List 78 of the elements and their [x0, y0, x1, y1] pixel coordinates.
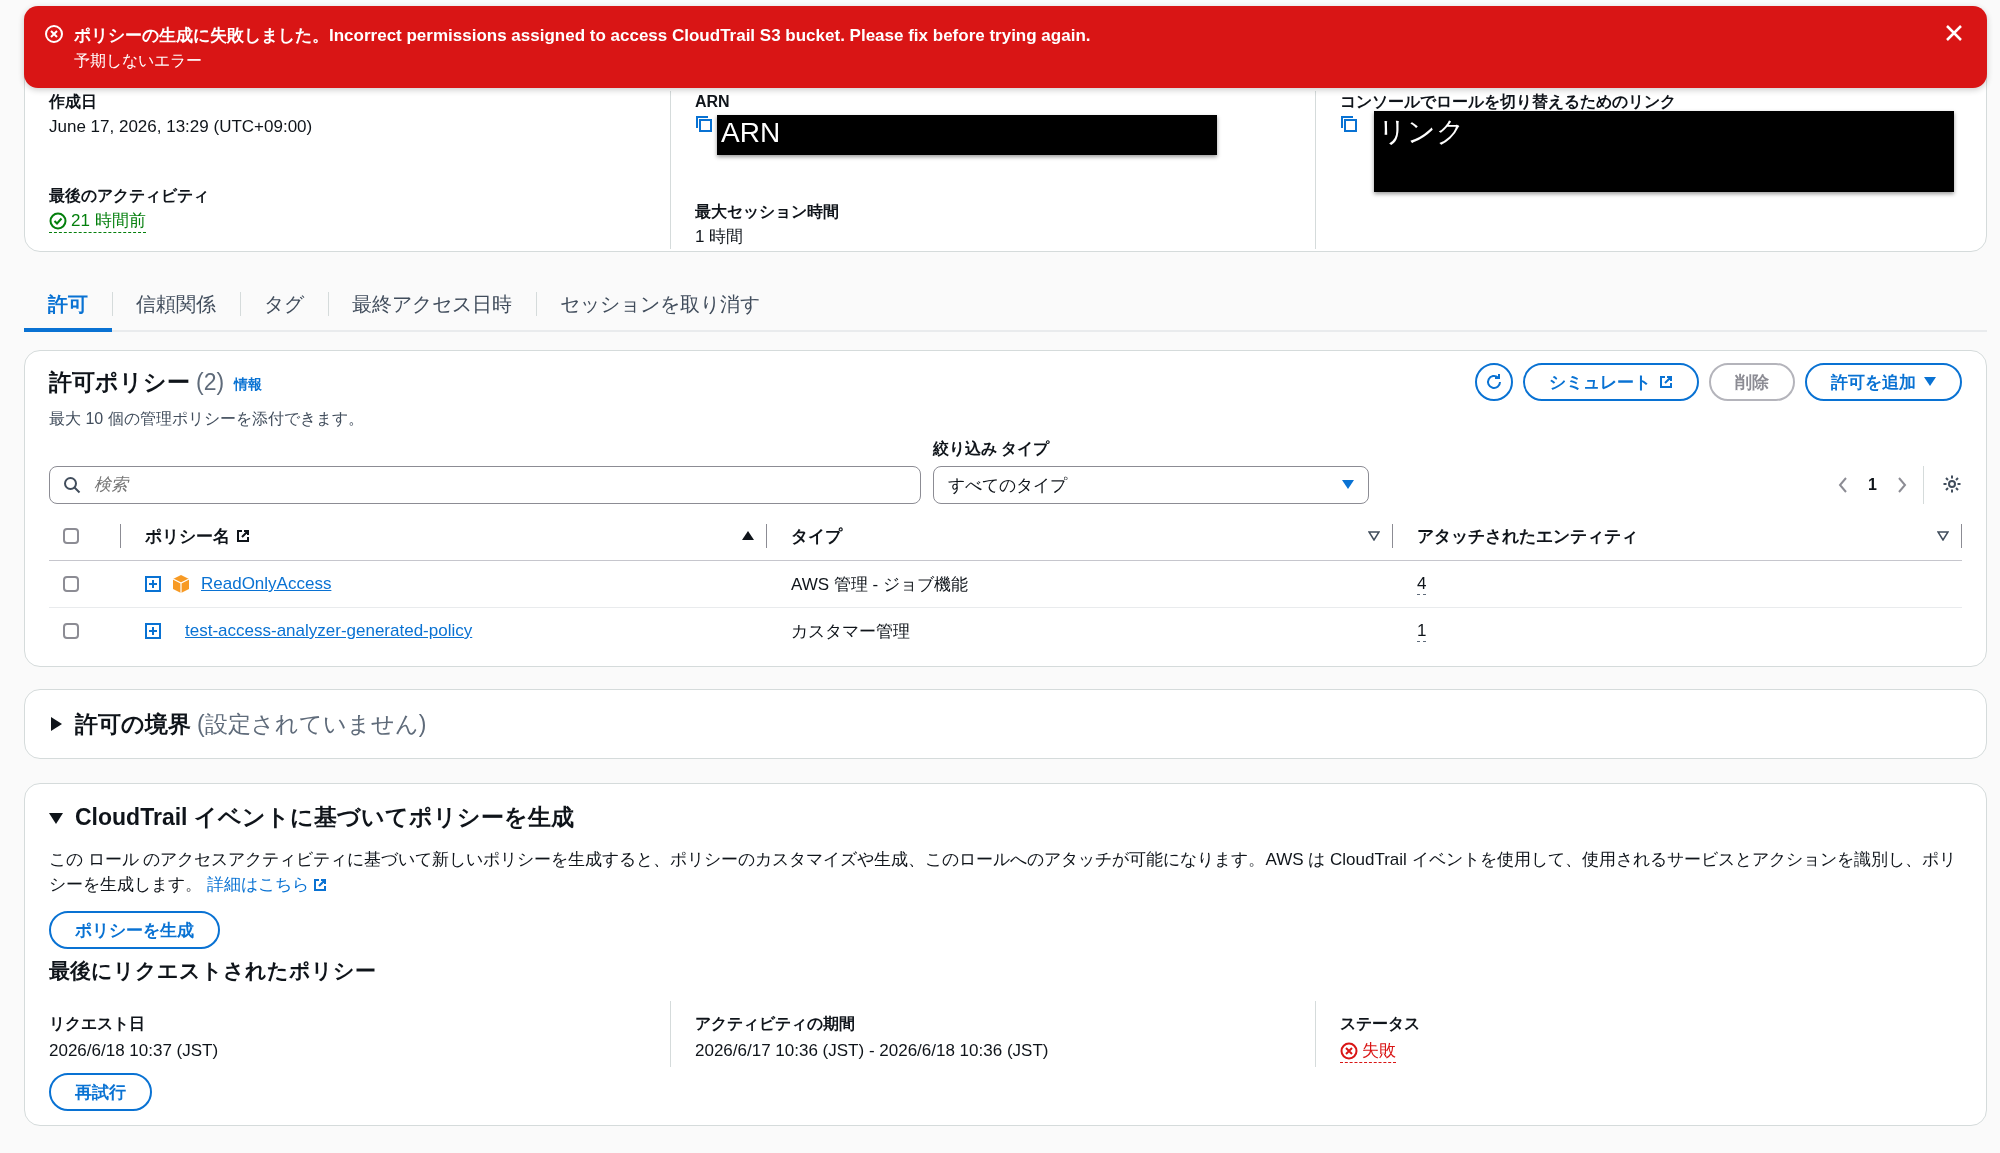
alert-message: ポリシーの生成に失敗しました。Incorrect permissions assigned to access CloudTrail S3 bucket. Please fix before trying again. — [74, 25, 1092, 47]
panel-description: 最大 10 個の管理ポリシーを添付できます。 — [49, 409, 365, 429]
field-label: コンソールでロールを切り替えるためのリンク — [1340, 92, 1676, 112]
field-value: 2026/6/17 10:36 (JST) - 2026/6/18 10:36 (JST) — [695, 1040, 1050, 1062]
redacted-value: リンク — [1374, 111, 1954, 192]
sort-icon[interactable] — [1368, 531, 1380, 541]
check-circle-icon — [49, 211, 67, 230]
tab[interactable]: 最終アクセス日時 — [328, 280, 536, 332]
next-page-icon[interactable] — [1897, 477, 1907, 493]
policy-link[interactable]: test-access-analyzer-generated-policy — [185, 621, 473, 641]
external-link-icon — [236, 529, 250, 543]
sort-icon[interactable] — [1937, 531, 1949, 541]
field-value: 1 時間 — [695, 226, 744, 248]
error-icon — [1340, 1041, 1358, 1060]
search-icon — [63, 476, 81, 494]
table-cell-text: カスタマー管理 — [791, 620, 910, 643]
alert-detail: 予期しないエラー — [74, 51, 203, 71]
policy-link[interactable]: ReadOnlyAccess — [201, 574, 332, 594]
caret-icon — [1342, 480, 1354, 490]
panel-title: 許可ポリシー — [49, 367, 190, 397]
expand-plus-icon[interactable] — [145, 623, 161, 639]
previous-page-icon[interactable] — [1838, 477, 1849, 493]
field-label: ステータス — [1340, 1014, 1421, 1034]
redacted-value: ARN — [717, 115, 1217, 155]
entity-count[interactable]: 1 — [1417, 620, 1427, 642]
field-label: リクエスト日 — [49, 1014, 146, 1034]
copy-icon[interactable] — [695, 115, 713, 133]
section-description: この ロール のアクセスアクティビティに基づいて新しいポリシーを生成すると、ポリシーのカスタマイズや生成、このロールへのアタッチが可能になります。AWS は CloudTrail イベントを使用して、使用されるサービスとアクションを識別し、ポリシーを生成します。 詳細はこちら — [49, 847, 1962, 897]
tab[interactable]: 信頼関係 — [112, 280, 240, 332]
expand-plus-icon[interactable] — [145, 576, 161, 592]
table-cell-text: AWS 管理 - ジョブ機能 — [791, 573, 968, 596]
section-note: (設定されていません) — [197, 709, 427, 739]
checkbox[interactable] — [63, 528, 79, 544]
page-number[interactable]: 1 — [1868, 476, 1877, 494]
action-button[interactable]: シミュレート — [1523, 363, 1699, 401]
filter-label: 絞り込み タイプ — [933, 439, 1051, 459]
learn-more-link[interactable]: 詳細はこちら — [206, 872, 327, 897]
retry-button[interactable]: 再試行 — [49, 1073, 152, 1111]
field-label: ARN — [695, 92, 730, 112]
settings-icon[interactable] — [1942, 474, 1962, 494]
checkbox[interactable] — [63, 623, 79, 639]
tab[interactable]: セッションを取り消す — [536, 280, 784, 332]
search-field[interactable]: 検索 — [49, 466, 921, 504]
caret-icon — [1924, 377, 1936, 387]
column-header[interactable]: アタッチされたエンティティ — [1417, 524, 1638, 548]
activity-status: 21 時間前 — [49, 209, 146, 233]
close-icon[interactable] — [1945, 24, 1963, 42]
action-button[interactable]: 許可を追加 — [1805, 363, 1962, 401]
subsection-title: 最後にリクエストされたポリシー — [49, 958, 377, 984]
field-value: June 17, 2026, 13:29 (UTC+09:00) — [49, 116, 313, 138]
field-value: 2026/6/18 10:37 (JST) — [49, 1040, 220, 1062]
section-title[interactable]: CloudTrail イベントに基づいてポリシーを生成 — [75, 802, 574, 833]
external-link-icon — [312, 877, 327, 892]
checkbox[interactable] — [63, 576, 79, 592]
column-header[interactable]: タイプ — [791, 524, 842, 548]
field-label: 作成日 — [49, 92, 97, 112]
type-select[interactable]: すべてのタイプ — [933, 466, 1369, 504]
refresh-icon — [1484, 372, 1504, 392]
entity-count[interactable]: 4 — [1417, 573, 1427, 595]
info-link[interactable]: 情報 — [234, 376, 263, 394]
policy-count: (2) — [196, 368, 225, 396]
sort-icon[interactable] — [742, 531, 754, 541]
expand-icon[interactable] — [49, 810, 63, 825]
column-header[interactable]: ポリシー名 — [145, 524, 250, 548]
external-link-icon — [1659, 375, 1673, 389]
expand-icon[interactable] — [49, 717, 63, 731]
request-status: 失敗 — [1340, 1039, 1396, 1063]
field-label: 最大セッション時間 — [695, 202, 839, 222]
refresh-button[interactable] — [1475, 363, 1513, 401]
generate-policy-button[interactable]: ポリシーを生成 — [49, 911, 220, 949]
copy-icon[interactable] — [1340, 115, 1358, 133]
section-title[interactable]: 許可の境界 — [75, 708, 191, 740]
error-icon — [44, 24, 64, 44]
tab[interactable]: 許可 — [24, 280, 112, 332]
field-label: 最後のアクティビティ — [49, 186, 209, 206]
field-label: アクティビティの期間 — [695, 1014, 856, 1034]
package-icon — [171, 574, 191, 594]
tab[interactable]: タグ — [240, 280, 328, 332]
